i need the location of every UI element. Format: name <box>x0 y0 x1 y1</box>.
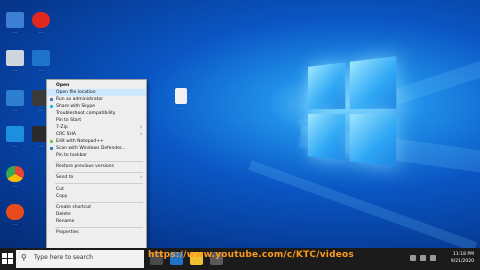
watermark-url: https://www.youtube.com/c/KTC/videos <box>148 250 354 260</box>
desktop-icon[interactable]: ... <box>2 90 28 112</box>
firefox-icon <box>6 204 24 220</box>
file-icon <box>175 88 187 104</box>
network-icon[interactable] <box>420 255 426 261</box>
windows-icon <box>2 253 7 258</box>
desktop-icon[interactable]: ... <box>2 204 28 226</box>
menu-separator <box>55 202 143 203</box>
search-box[interactable]: ⚲ Type here to search <box>16 250 144 268</box>
desktop-icon[interactable]: ... <box>2 166 28 188</box>
desktop-icon[interactable]: ... <box>2 50 28 72</box>
app-icon <box>6 126 24 142</box>
desktop-icon[interactable]: ... <box>28 12 54 34</box>
light-ray <box>248 160 478 248</box>
notepad-icon <box>50 140 53 143</box>
volume-icon[interactable] <box>430 255 436 261</box>
menu-item-cut[interactable]: Cut <box>47 186 146 193</box>
menu-item-open[interactable]: Open <box>47 82 146 89</box>
edge-icon <box>32 50 50 66</box>
time: 11:18 PM <box>453 252 474 257</box>
search-input[interactable]: Type here to search <box>34 254 93 261</box>
menu-item-scan-with-defender[interactable]: Scan with Windows Defender... <box>47 145 146 152</box>
defender-icon <box>50 147 53 150</box>
clock[interactable]: 11:18 PM 9/21/2020 <box>451 251 474 265</box>
menu-item-restore-previous-versions[interactable]: Restore previous versions <box>47 163 146 170</box>
app-icon <box>6 12 24 28</box>
menu-item-7zip[interactable]: 7-Zip › <box>47 124 146 131</box>
chevron-right-icon: › <box>140 132 142 137</box>
menu-separator <box>55 161 143 162</box>
menu-item-run-as-administrator[interactable]: Run as administrator <box>47 96 146 103</box>
windows-logo-wallpaper <box>308 56 397 168</box>
menu-separator <box>55 227 143 228</box>
context-menu: Open Open file location Run as administr… <box>46 79 147 253</box>
skype-icon <box>50 105 53 108</box>
desktop-icon[interactable]: ... <box>2 126 28 148</box>
menu-item-troubleshoot-compatibility[interactable]: Troubleshoot compatibility <box>47 110 146 117</box>
menu-item-crc-sha[interactable]: CRC SHA › <box>47 131 146 138</box>
desktop-icon[interactable]: ... <box>2 12 28 34</box>
search-icon: ⚲ <box>21 253 27 262</box>
menu-item-share-with-skype[interactable]: Share with Skype <box>47 103 146 110</box>
this-pc-icon <box>6 50 24 66</box>
menu-item-edit-with-notepad[interactable]: Edit with Notepad++ <box>47 138 146 145</box>
menu-separator <box>55 172 143 173</box>
chrome-icon <box>6 166 24 182</box>
desktop-icon[interactable]: ... <box>28 50 54 72</box>
menu-item-delete[interactable]: Delete <box>47 211 146 218</box>
app-icon <box>6 90 24 106</box>
menu-item-pin-to-taskbar[interactable]: Pin to taskbar <box>47 152 146 159</box>
menu-item-open-file-location[interactable]: Open file location <box>47 89 146 96</box>
tray-icon[interactable] <box>410 255 416 261</box>
date: 9/21/2020 <box>450 259 474 264</box>
menu-item-properties[interactable]: Properties <box>47 229 146 236</box>
menu-separator <box>55 183 143 184</box>
menu-item-create-shortcut[interactable]: Create shortcut <box>47 204 146 211</box>
shield-icon <box>50 98 53 101</box>
menu-item-copy[interactable]: Copy <box>47 193 146 200</box>
vivaldi-icon <box>32 12 50 28</box>
menu-item-send-to[interactable]: Send to › <box>47 174 146 181</box>
chevron-right-icon: › <box>140 175 142 180</box>
menu-item-rename[interactable]: Rename <box>47 218 146 225</box>
start-button[interactable] <box>2 253 14 265</box>
desktop-icon[interactable]: ... <box>168 88 194 110</box>
chevron-right-icon: › <box>140 125 142 130</box>
menu-item-pin-to-start[interactable]: Pin to Start <box>47 117 146 124</box>
